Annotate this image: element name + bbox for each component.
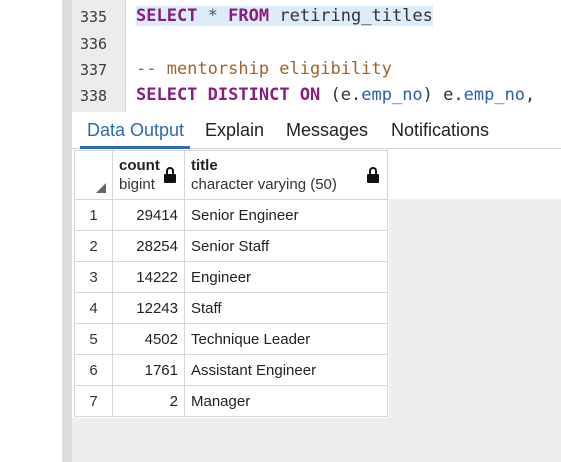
result-grid: count bigint title character varying (50… (74, 150, 388, 417)
row-number[interactable]: 4 (74, 292, 113, 324)
row-number[interactable]: 3 (74, 261, 113, 293)
select-all-corner[interactable] (74, 150, 113, 200)
line-number: 336 (80, 35, 108, 53)
code-token: * (207, 6, 218, 26)
line-number-gutter: 335 336 337 338 (72, 0, 126, 112)
lock-icon (164, 167, 176, 183)
code-token: SELECT (136, 6, 198, 26)
cell-title[interactable]: Senior Engineer (184, 199, 388, 231)
cell-title[interactable]: Engineer (184, 261, 388, 293)
code-token: -- mentorship eligibility (136, 59, 392, 79)
column-name: title (191, 157, 218, 174)
code-token: ) e. (422, 85, 464, 105)
cell-count[interactable]: 12243 (112, 292, 185, 324)
column-header-count[interactable]: count bigint (112, 150, 185, 200)
grid-empty-area (72, 418, 389, 462)
tab-data-output[interactable]: Data Output (87, 120, 184, 141)
tab-messages[interactable]: Messages (286, 120, 368, 141)
grid-empty-area (389, 199, 561, 462)
output-tabs: Data Output Explain Messages Notificatio… (72, 112, 561, 149)
cell-title[interactable]: Manager (184, 385, 388, 417)
code-token: DISTINCT (207, 85, 290, 105)
code-token: retiring_titles (269, 6, 433, 26)
line-number: 338 (80, 87, 108, 105)
code-line[interactable]: -- mentorship eligibility (136, 59, 392, 79)
cell-count[interactable]: 2 (112, 385, 185, 417)
code-token: FROM (228, 6, 270, 26)
code-token: ON (299, 85, 321, 105)
cell-title[interactable]: Staff (184, 292, 388, 324)
cell-count[interactable]: 14222 (112, 261, 185, 293)
code-token: emp_no (361, 85, 423, 105)
cell-title[interactable]: Assistant Engineer (184, 354, 388, 386)
table-row[interactable]: 2 28254 Senior Staff (74, 230, 388, 262)
code-line[interactable]: SELECT DISTINCT ON (e.emp_no) e.emp_no, (136, 85, 535, 105)
line-number: 335 (80, 8, 108, 26)
tab-notifications[interactable]: Notifications (391, 120, 489, 141)
code-token: (e. (320, 85, 362, 105)
column-header-title[interactable]: title character varying (50) (184, 150, 388, 200)
table-row[interactable]: 4 12243 Staff (74, 292, 388, 324)
row-number[interactable]: 1 (74, 199, 113, 231)
table-row[interactable]: 6 1761 Assistant Engineer (74, 354, 388, 386)
cell-count[interactable]: 1761 (112, 354, 185, 386)
row-number[interactable]: 7 (74, 385, 113, 417)
cell-title[interactable]: Technique Leader (184, 323, 388, 355)
row-number[interactable]: 2 (74, 230, 113, 262)
row-number[interactable]: 6 (74, 354, 113, 386)
row-number[interactable]: 5 (74, 323, 113, 355)
cell-count[interactable]: 4502 (112, 323, 185, 355)
code-token: , (525, 85, 536, 105)
column-type: character varying (50) (191, 176, 337, 193)
sql-editor[interactable]: 335 336 337 338 SELECT * FROM retiring_t… (72, 0, 561, 112)
table-row[interactable]: 7 2 Manager (74, 385, 388, 417)
code-token: SELECT (136, 85, 198, 105)
select-all-icon (96, 183, 106, 193)
code-token: emp_no (463, 85, 526, 105)
code-line[interactable]: SELECT * FROM retiring_titles (136, 6, 433, 26)
tab-explain[interactable]: Explain (205, 120, 264, 141)
table-row[interactable]: 3 14222 Engineer (74, 261, 388, 293)
cell-count[interactable]: 28254 (112, 230, 185, 262)
left-scrollbar[interactable] (62, 0, 72, 462)
table-row[interactable]: 1 29414 Senior Engineer (74, 199, 388, 231)
lock-icon (367, 167, 379, 183)
cell-count[interactable]: 29414 (112, 199, 185, 231)
line-number: 337 (80, 61, 108, 79)
table-row[interactable]: 5 4502 Technique Leader (74, 323, 388, 355)
cell-title[interactable]: Senior Staff (184, 230, 388, 262)
